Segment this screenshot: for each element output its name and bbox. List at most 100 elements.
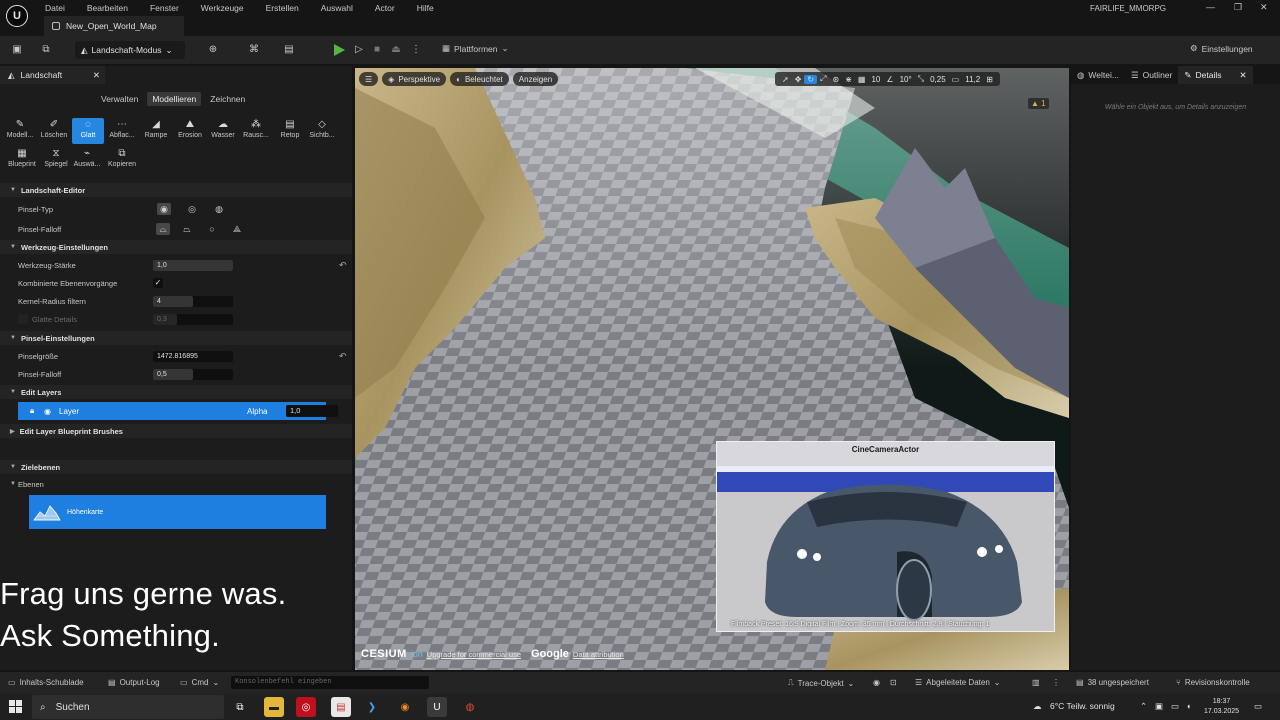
menu-file[interactable]: Datei bbox=[45, 3, 65, 13]
edit-layer-row[interactable]: 🔒︎ ◉ Layer Alpha 1,0 bbox=[18, 402, 338, 420]
notifications-icon[interactable]: ▭ bbox=[1254, 701, 1262, 712]
select-icon[interactable]: ➚ bbox=[779, 75, 792, 84]
play-options-icon[interactable]: ⋮ bbox=[410, 44, 422, 56]
menu-actor[interactable]: Actor bbox=[375, 3, 395, 13]
tool-erosion[interactable]: ⛰ Erosion bbox=[174, 118, 206, 144]
eye-icon[interactable]: ◉ bbox=[44, 407, 51, 416]
level-viewport[interactable]: ☰ ◈ Perspektive ◐ Beleuchtet Anzeigen ➚ ✥ … bbox=[355, 68, 1069, 670]
tool-ramp[interactable]: ◢ Rampe bbox=[140, 118, 172, 144]
perspective-button[interactable]: ◈ Perspektive bbox=[382, 72, 447, 86]
falloff-spherical-icon[interactable]: ○ bbox=[205, 223, 219, 235]
section-target-layers[interactable]: ▼ Zielebenen bbox=[0, 460, 352, 474]
close-icon[interactable]: ✕ bbox=[1239, 70, 1246, 81]
rotate-icon[interactable]: ↻ bbox=[804, 74, 818, 84]
tab-details[interactable]: ✎ Details ✕ bbox=[1178, 66, 1253, 84]
lock-icon[interactable]: 🔒︎ bbox=[30, 406, 34, 416]
level-tab[interactable]: New_Open_World_Map bbox=[44, 16, 184, 36]
brush-size-input[interactable]: 1472.816895 bbox=[153, 350, 233, 362]
cinematics-icon[interactable]: ▤ bbox=[283, 44, 295, 56]
output-log-button[interactable]: ▤ Output-Log bbox=[108, 678, 160, 687]
weather-text[interactable]: 6°C Teilw. sonnig bbox=[1050, 701, 1115, 711]
tool-mirror[interactable]: ⧖ Spiegel bbox=[40, 147, 72, 173]
tray-chevron-icon[interactable]: ⌃ bbox=[1140, 701, 1147, 712]
section-edit-layers[interactable]: ▼ Edit Layers bbox=[0, 385, 352, 399]
tool-sculpt[interactable]: ✎ Modell... bbox=[4, 118, 36, 144]
settings-button[interactable]: ⚙ Einstellungen bbox=[1190, 43, 1253, 54]
reset-icon[interactable]: ↶ bbox=[339, 260, 347, 271]
falloff-linear-icon[interactable]: ⏢ bbox=[180, 223, 194, 235]
lit-button[interactable]: ◐ Beleuchtet bbox=[450, 72, 509, 86]
section-brush-settings[interactable]: ▼ Pinsel-Einstellungen bbox=[0, 331, 352, 345]
smooth-details-checkbox[interactable] bbox=[18, 314, 28, 324]
heightmap-layer-row[interactable]: Höhenkarte bbox=[29, 495, 326, 529]
layers-group-row[interactable]: ▼ Ebenen bbox=[0, 475, 352, 493]
menu-window[interactable]: Fenster bbox=[150, 3, 179, 13]
taskbar-search[interactable]: ⌕ Suchen bbox=[32, 695, 224, 719]
tab-paint[interactable]: Zeichnen bbox=[205, 92, 250, 106]
blueprint-icon[interactable]: ⌘ bbox=[248, 44, 260, 56]
console-input[interactable]: Konsolenbefehl eingeben bbox=[231, 676, 429, 689]
unsaved-button[interactable]: ▤ 38 ungespeichert bbox=[1076, 678, 1149, 687]
more-icon[interactable]: ⋮ bbox=[1052, 678, 1060, 687]
translate-icon[interactable]: ✥ bbox=[792, 75, 805, 84]
windows-start-icon[interactable] bbox=[9, 700, 22, 713]
tool-erase[interactable]: ✐ Löschen bbox=[38, 118, 70, 144]
world-local-icon[interactable]: ⊛ bbox=[830, 75, 843, 84]
tool-copy[interactable]: ⧉ Kopieren bbox=[106, 147, 138, 173]
tool-hydro[interactable]: ☁ Wasser bbox=[207, 118, 239, 144]
cmd-dropdown[interactable]: ▭ Cmd ⌄ bbox=[180, 678, 219, 687]
menu-edit[interactable]: Bearbeiten bbox=[87, 3, 128, 13]
camera-speed-value[interactable]: 11,2 bbox=[962, 75, 983, 84]
smooth-details-slider[interactable]: 0,3 bbox=[153, 313, 233, 325]
tool-retopo[interactable]: ▤ Retop bbox=[274, 118, 306, 144]
platforms-button[interactable]: ▦ Plattformen ⌄ bbox=[442, 43, 509, 54]
network-icon[interactable]: ▭ bbox=[1171, 701, 1179, 712]
play-icon[interactable] bbox=[334, 44, 345, 56]
vscode-icon[interactable]: ❯ bbox=[362, 697, 382, 717]
minimize-icon[interactable]: — bbox=[1206, 2, 1215, 12]
falloff-tip-icon[interactable]: ⟁ bbox=[230, 223, 244, 235]
upgrade-link[interactable]: Upgrade for commercial use bbox=[427, 650, 521, 659]
close-icon[interactable]: ✕ bbox=[1260, 2, 1268, 13]
tab-outliner[interactable]: ☰ Outliner bbox=[1125, 66, 1178, 84]
stream-icon[interactable]: ⊡ bbox=[890, 678, 897, 687]
trace-button[interactable]: ⎍ Trace-Objekt ⌄ bbox=[788, 678, 854, 688]
tab-world-settings[interactable]: ◍ Weltei... bbox=[1071, 66, 1125, 84]
tool-select[interactable]: ⌁ Auswä... bbox=[71, 147, 103, 173]
menu-help[interactable]: Hilfe bbox=[417, 3, 434, 13]
alpha-input[interactable]: 1,0 bbox=[286, 405, 338, 417]
close-icon[interactable]: ✕ bbox=[93, 70, 100, 81]
camera-speed-icon[interactable]: ▭ bbox=[949, 75, 963, 84]
tool-flatten[interactable]: ⋯ Abflac... bbox=[106, 118, 138, 144]
combined-layers-checkbox[interactable]: ✓ bbox=[153, 278, 163, 288]
file-explorer-icon[interactable]: ▬ bbox=[264, 697, 284, 717]
grid-size[interactable]: 10 bbox=[868, 75, 883, 84]
tool-smooth[interactable]: ◌ Glatt bbox=[72, 118, 104, 144]
record-icon[interactable]: ◉ bbox=[873, 678, 880, 687]
clock[interactable]: 18:37 17.03.2025 bbox=[1204, 697, 1239, 717]
brush-falloff-slider[interactable]: 0,5 bbox=[153, 368, 233, 380]
surface-snap-icon[interactable]: ⋇ bbox=[842, 75, 855, 84]
reset-icon[interactable]: ↶ bbox=[339, 351, 347, 362]
kernel-radius-slider[interactable]: 4 bbox=[153, 295, 233, 307]
show-button[interactable]: Anzeigen bbox=[512, 72, 559, 86]
section-landscape-editor[interactable]: ▼ Landschaft-Editor bbox=[0, 183, 352, 197]
data-attribution-link[interactable]: Data attribution bbox=[573, 650, 624, 659]
volume-icon[interactable]: ◖ bbox=[1186, 701, 1191, 711]
section-bp-brushes[interactable]: ▶ Edit Layer Blueprint Brushes bbox=[0, 424, 352, 438]
angle-snap-value[interactable]: 10° bbox=[897, 75, 915, 84]
tool-noise[interactable]: ⁂ Rausc... bbox=[240, 118, 272, 144]
brush-alpha-icon[interactable]: ◎ bbox=[185, 203, 199, 215]
brush-pattern-icon[interactable]: ◍ bbox=[212, 203, 226, 215]
mode-dropdown[interactable]: ◭ Landschaft-Modus ⌄ bbox=[75, 41, 185, 59]
menu-tools[interactable]: Werkzeuge bbox=[201, 3, 244, 13]
chrome-icon[interactable]: ◍ bbox=[460, 697, 480, 717]
viewport-menu-button[interactable]: ☰ bbox=[359, 72, 379, 86]
unreal-taskbar-icon[interactable]: U bbox=[427, 697, 447, 717]
landscape-panel-tab[interactable]: ◭ Landschaft ✕ bbox=[0, 66, 105, 84]
app-red-icon[interactable]: ◎ bbox=[296, 697, 316, 717]
section-tool-settings[interactable]: ▼ Werkzeug-Einstellungen bbox=[0, 240, 352, 254]
grid-snap-icon[interactable]: ▦ bbox=[855, 75, 869, 84]
tool-blueprint[interactable]: ▦ Blueprint bbox=[6, 147, 38, 173]
revision-control-button[interactable]: ⑂ Revisionskontrolle bbox=[1176, 678, 1250, 687]
